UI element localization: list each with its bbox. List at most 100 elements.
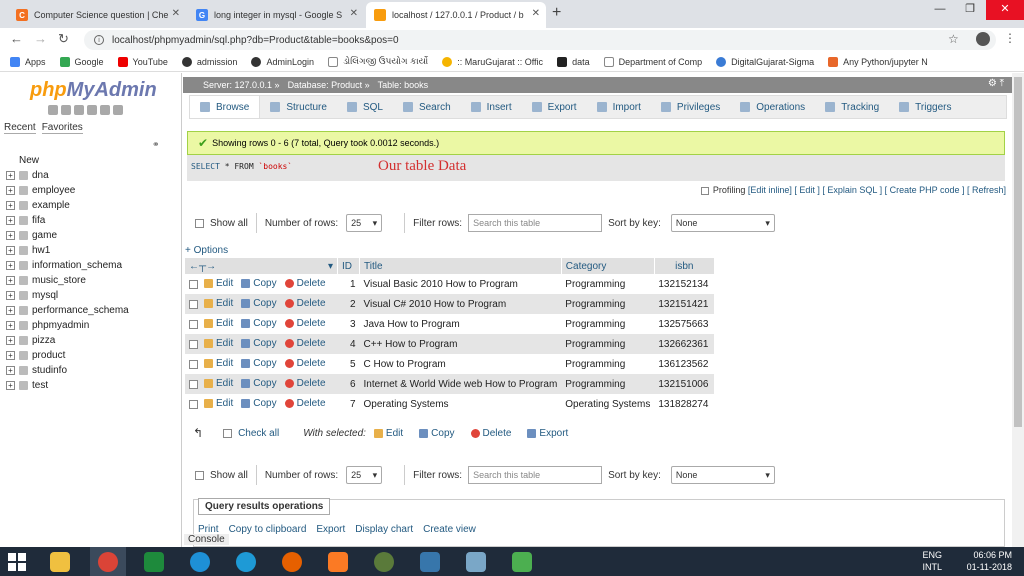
bulk-delete-button[interactable]: Delete [470,428,511,439]
link-with-main-icon[interactable]: ⚭ [152,139,160,150]
table-row[interactable]: Edit Copy Delete 1 Visual Basic 2010 How to … [185,274,715,294]
cell-isbn[interactable]: 132152134 [654,274,715,294]
expand-icon[interactable]: + [6,216,15,225]
delete-button[interactable]: Delete [284,318,326,329]
delete-button[interactable]: Delete [284,338,326,349]
cell-category[interactable]: Programming [561,294,655,314]
expand-icon[interactable]: + [6,351,15,360]
tab-sql[interactable]: SQL [337,96,393,118]
column-header-title[interactable]: Title [359,258,562,274]
breadcrumb-database[interactable]: Database: Product » [288,80,370,90]
cell-title[interactable]: Visual C# 2010 How to Program [359,294,562,314]
delete-button[interactable]: Delete [284,298,326,309]
copy-button[interactable]: Copy [241,378,277,389]
windows-start-icon[interactable] [8,553,26,571]
copy-to-clipboard-link[interactable]: Copy to clipboard [229,524,307,535]
export-link[interactable]: Export [316,524,345,535]
cell-id[interactable]: 1 [337,274,360,294]
db-item[interactable]: + product [6,348,129,363]
options-link[interactable]: + Options [185,245,228,256]
bookmark-youtube[interactable]: YouTube [117,56,168,67]
page-scrollbar[interactable] [1012,73,1024,547]
edit-button[interactable]: Edit [204,378,233,389]
cell-title[interactable]: Operating Systems [359,394,562,414]
table-row[interactable]: Edit Copy Delete 2 Visual C# 2010 How to Pro… [185,294,715,314]
expand-icon[interactable]: + [6,246,15,255]
db-item[interactable]: + music_store [6,273,129,288]
edit-button[interactable]: Edit [204,338,233,349]
tab-insert[interactable]: Insert [461,96,522,118]
number-of-rows-select[interactable]: 25 ▾ [346,466,383,484]
table-row[interactable]: Edit Copy Delete 3 Java How to Program Progra… [185,314,715,334]
forward-arrow-icon[interactable]: → [34,31,47,46]
column-header-isbn[interactable]: isbn [654,258,715,274]
new-tab-icon[interactable]: + [552,4,561,22]
scrollbar-thumb[interactable] [1014,77,1022,427]
expand-icon[interactable]: + [6,381,15,390]
edit-button[interactable]: Edit [204,298,233,309]
table-row[interactable]: Edit Copy Delete 4 C++ How to Program Program… [185,334,715,354]
delete-button[interactable]: Delete [284,378,326,389]
edit-button[interactable]: Edit [204,318,233,329]
table-row[interactable]: Edit Copy Delete 5 C How to Program Programmi… [185,354,715,374]
app-icon[interactable] [228,547,264,576]
chrome-icon[interactable] [90,547,126,576]
delete-button[interactable]: Delete [284,358,326,369]
show-all-checkbox[interactable] [195,218,204,228]
bookmark-digitalgujarat[interactable]: DigitalGujarat-Sigma [716,56,814,67]
tab-browse[interactable]: Browse [190,96,261,118]
column-header-category[interactable]: Category [561,258,655,274]
browser-tab-google[interactable]: G long integer in mysql - Google S ✕ [188,2,364,28]
copy-button[interactable]: Copy [241,398,277,409]
cell-isbn[interactable]: 132575663 [654,314,715,334]
breadcrumb-table[interactable]: Table: books [378,80,429,90]
sort-by-key-select[interactable]: None ▾ [670,214,775,232]
db-item[interactable]: + performance_schema [6,303,129,318]
cell-isbn[interactable]: 131828274 [654,394,715,414]
cell-id[interactable]: 5 [337,354,360,374]
table-row[interactable]: Edit Copy Delete 7 Operating Systems Operatin… [185,394,715,414]
bookmark-adminlogin[interactable]: AdminLogin [251,56,314,67]
create-view-link[interactable]: Create view [423,524,476,535]
cell-title[interactable]: Java How to Program [359,314,562,334]
bookmark-admission[interactable]: admission [181,56,237,67]
expand-icon[interactable]: + [6,201,15,210]
back-arrow-icon[interactable]: ← [10,31,23,46]
firefox-icon[interactable] [274,547,310,576]
bookmark-apps[interactable]: Apps [10,56,46,67]
browser-tab-chegg[interactable]: C Computer Science question | Che ✕ [8,2,186,28]
db-item[interactable]: + pizza [6,333,129,348]
expand-icon[interactable]: + [6,186,15,195]
nav-tab-recent[interactable]: Recent [4,122,36,134]
cell-title[interactable]: Visual Basic 2010 How to Program [359,274,562,294]
copy-button[interactable]: Copy [241,278,277,289]
cell-title[interactable]: C How to Program [359,354,562,374]
app-icon[interactable] [366,547,402,576]
copy-button[interactable]: Copy [241,298,277,309]
nav-tab-favorites[interactable]: Favorites [41,122,83,134]
table-row[interactable]: Edit Copy Delete 6 Internet & World Wide web… [185,374,715,394]
row-checkbox[interactable] [189,300,198,310]
db-item[interactable]: + test [6,378,129,393]
close-icon[interactable]: ✕ [532,8,540,19]
expand-icon[interactable]: + [6,276,15,285]
address-bar[interactable]: i localhost/phpmyadmin/sql.php?db=Produc… [84,30,996,50]
edit-button[interactable]: Edit [204,358,233,369]
db-item[interactable]: + mysql [6,288,129,303]
tab-triggers[interactable]: Triggers [889,96,961,118]
python-icon[interactable] [412,547,448,576]
reload-icon[interactable]: ↻ [58,31,69,47]
bookmark-google[interactable]: Google [59,56,104,67]
reload-nav-icon[interactable] [113,105,123,115]
window-close-icon[interactable]: ✕ [986,0,1024,20]
bulk-edit-button[interactable]: Edit [373,428,403,439]
column-header-id[interactable]: ID [337,258,360,274]
profiling-links[interactable]: [Edit inline] [ Edit ] [ Explain SQL ] [… [748,185,1006,195]
db-item[interactable]: + example [6,198,129,213]
settings-icon[interactable] [100,105,110,115]
cell-isbn[interactable]: 132662361 [654,334,715,354]
tab-import[interactable]: Import [587,96,651,118]
db-item[interactable]: + employee [6,183,129,198]
kebab-menu-icon[interactable]: ⋮ [1004,31,1016,45]
logout-icon[interactable] [61,105,71,115]
